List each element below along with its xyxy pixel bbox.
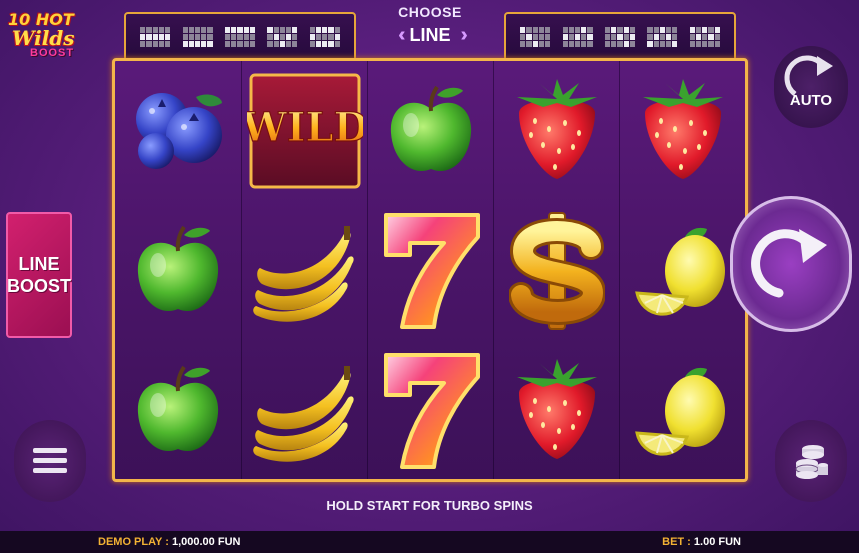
demo-label: DEMO PLAY : [98, 536, 169, 548]
menu-icon [33, 448, 67, 473]
bet-value: 1.00 FUN [693, 536, 741, 548]
status-bar: DEMO PLAY : 1,000.00 FUN BET : 1.00 FUN [0, 531, 859, 553]
autoplay-button[interactable]: AUTO [774, 46, 848, 128]
reel-1 [115, 61, 240, 479]
logo-line-2: Wilds [12, 26, 75, 50]
reel-grid: WILD [112, 58, 748, 482]
symbol-wild-icon: WILD [242, 61, 367, 201]
symbol-strawberry-icon [620, 61, 745, 201]
symbol-apple-icon [368, 61, 493, 201]
symbol-seven-icon [368, 201, 493, 341]
logo-line-3: BOOST [30, 47, 75, 59]
payline-pattern[interactable] [309, 27, 340, 47]
demo-value: 1,000.00 FUN [171, 536, 241, 548]
symbol-seven-icon [368, 341, 493, 481]
payline-pattern[interactable] [267, 27, 298, 47]
symbol-strawberry-icon [494, 341, 619, 481]
choose-label: CHOOSE [398, 4, 462, 20]
bet-label: BET : [662, 536, 691, 548]
payline-pattern[interactable] [520, 27, 551, 47]
game-logo: 10 HOT Wilds BOOST [8, 10, 86, 74]
choose-line-selector[interactable]: CHOOSE ‹‹ LINE ›› [362, 4, 498, 54]
symbol-blueberry-icon [115, 61, 240, 201]
paylines-right-panel[interactable] [504, 12, 736, 62]
bet-button[interactable] [775, 420, 847, 502]
payline-pattern[interactable] [647, 27, 678, 47]
menu-button[interactable] [14, 420, 86, 502]
payline-pattern[interactable] [562, 27, 593, 47]
payline-pattern[interactable] [182, 27, 213, 47]
reel-2: WILD [241, 61, 366, 479]
bet-display: BET : 1.00 FUN [662, 536, 741, 548]
svg-text:WILD: WILD [247, 104, 363, 151]
autoplay-arrow-icon [784, 55, 833, 96]
payline-pattern[interactable] [604, 27, 635, 47]
line-label: LINE [409, 25, 451, 45]
symbol-banana-icon [242, 341, 367, 481]
payline-pattern[interactable] [140, 27, 171, 47]
symbol-banana-icon [242, 201, 367, 341]
line-boost-button[interactable]: LINE BOOST [6, 212, 72, 338]
line-boost-label-2: BOOST [7, 276, 72, 296]
paylines-left-panel[interactable] [124, 12, 356, 62]
symbol-lemon-icon [620, 341, 745, 481]
chevron-right-icon[interactable]: ›› [461, 24, 470, 47]
chevron-left-icon[interactable]: ‹‹ [398, 24, 407, 47]
symbol-apple-icon [115, 341, 240, 481]
payline-pattern[interactable] [224, 27, 255, 47]
reel-5 [619, 61, 744, 479]
symbol-dollar-icon [494, 201, 619, 341]
spin-arrow-icon [751, 229, 827, 298]
symbol-lemon-icon [620, 201, 745, 341]
line-boost-label-1: LINE [18, 254, 60, 274]
reel-4 [493, 61, 618, 479]
payline-pattern[interactable] [689, 27, 720, 47]
demo-balance: DEMO PLAY : 1,000.00 FUN [98, 536, 240, 548]
reel-3 [367, 61, 492, 479]
symbol-apple-icon [115, 201, 240, 341]
coins-stack-icon [795, 445, 828, 479]
spin-button[interactable] [730, 196, 852, 332]
turbo-hint: HOLD START FOR TURBO SPINS [326, 498, 533, 513]
symbol-strawberry-icon [494, 61, 619, 201]
